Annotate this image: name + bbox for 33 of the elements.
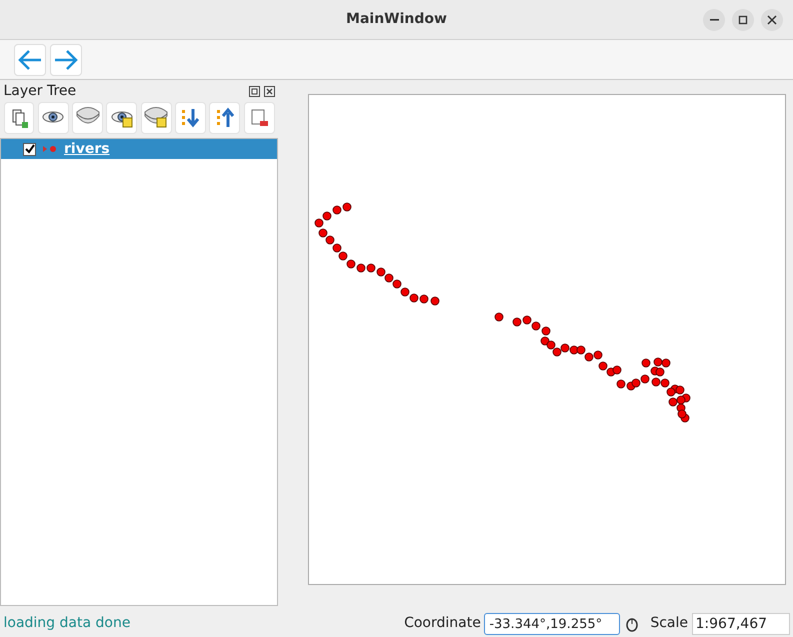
layer-checkbox[interactable] bbox=[23, 142, 36, 156]
minimize-button[interactable] bbox=[703, 9, 725, 31]
show-all-button[interactable] bbox=[38, 102, 69, 134]
minimize-icon bbox=[710, 19, 718, 21]
show-selected-button[interactable] bbox=[106, 102, 138, 134]
close-icon bbox=[767, 15, 777, 25]
back-button[interactable] bbox=[14, 44, 46, 76]
hide-selected-button[interactable] bbox=[140, 102, 172, 134]
close-button[interactable] bbox=[761, 9, 783, 31]
left-arrow-icon bbox=[17, 48, 43, 72]
closed-eye-icon bbox=[144, 106, 168, 130]
right-arrow-icon bbox=[52, 48, 78, 72]
maximize-button[interactable] bbox=[732, 9, 754, 31]
collapse-button[interactable] bbox=[209, 102, 240, 134]
scale-label: Scale bbox=[650, 614, 688, 633]
expand-button[interactable] bbox=[175, 102, 206, 134]
hide-all-button[interactable] bbox=[72, 102, 103, 134]
window-title: MainWindow bbox=[346, 10, 447, 29]
float-icon[interactable] bbox=[249, 86, 260, 96]
add-group-button[interactable] bbox=[4, 102, 34, 134]
panel-title: Layer Tree bbox=[4, 82, 76, 100]
status-message: loading data done bbox=[4, 614, 130, 633]
layer-name: rivers bbox=[64, 140, 110, 158]
close-icon[interactable] bbox=[264, 86, 274, 96]
layer-row[interactable]: rivers bbox=[1, 139, 277, 159]
scale-field[interactable]: 1:967,467 bbox=[692, 612, 790, 634]
mouse-icon[interactable] bbox=[624, 616, 640, 632]
point-layer-icon bbox=[43, 145, 57, 153]
maximize-icon bbox=[738, 15, 748, 25]
coordinate-field[interactable]: -33.344°,19.255° bbox=[484, 612, 620, 634]
coordinate-label: Coordinate bbox=[404, 614, 481, 633]
forward-button[interactable] bbox=[50, 44, 82, 76]
remove-layer-button[interactable] bbox=[244, 102, 274, 134]
